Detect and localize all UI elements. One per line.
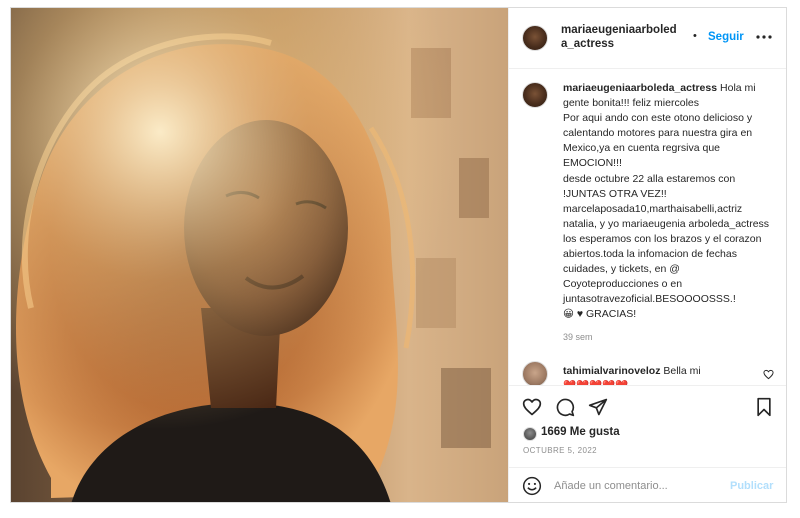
post-time-ago[interactable]: 39 sem xyxy=(563,332,593,342)
comment-like-heart-icon[interactable] xyxy=(763,369,774,380)
commenter-avatar[interactable] xyxy=(522,361,548,385)
follow-button[interactable]: Seguir xyxy=(708,31,744,43)
caption-line: desde octubre 22 alla estaremos con !JUN… xyxy=(563,172,736,200)
likes-avatar xyxy=(523,427,537,441)
caption-line: Por aqui ando con este otono delicioso y… xyxy=(563,112,753,170)
comment-input[interactable] xyxy=(554,475,719,497)
heart-icon[interactable] xyxy=(522,397,542,417)
post-sidebar: mariaeugeniaarboleda_actress • Seguir ma… xyxy=(508,8,786,502)
header-username[interactable]: mariaeugeniaarboleda_actress xyxy=(561,23,679,51)
post-actions: 1669 Me gusta OCTUBRE 5, 2022 xyxy=(509,385,786,468)
post-date[interactable]: OCTUBRE 5, 2022 xyxy=(523,446,597,455)
publish-button[interactable]: Publicar xyxy=(730,480,773,492)
likes-count[interactable]: 1669 Me gusta xyxy=(541,426,620,438)
caption-avatar[interactable] xyxy=(522,82,548,108)
instagram-post-modal: mariaeugeniaarboleda_actress • Seguir ma… xyxy=(10,7,787,503)
emoji-icon[interactable] xyxy=(522,476,542,496)
comment-icon[interactable] xyxy=(555,397,575,417)
caption-username[interactable]: mariaeugeniaarboleda_actress xyxy=(563,82,717,94)
comment-username[interactable]: tahimialvarinoveloz xyxy=(563,365,660,377)
share-icon[interactable] xyxy=(588,397,608,417)
post-photo-image xyxy=(11,8,508,502)
post-caption: mariaeugeniaarboleda_actress Hola mi gen… xyxy=(563,81,775,323)
comment-text: Bella mi xyxy=(663,365,701,377)
more-options-icon[interactable] xyxy=(755,28,773,46)
avatar[interactable] xyxy=(522,25,548,51)
bookmark-icon[interactable] xyxy=(754,397,774,417)
comments-section: mariaeugeniaarboleda_actress Hola mi gen… xyxy=(509,69,786,385)
add-comment-bar: Publicar xyxy=(509,467,786,502)
caption-line: marcelaposada10,marthaisabelli,actriz na… xyxy=(563,202,770,306)
post-header: mariaeugeniaarboleda_actress • Seguir xyxy=(509,8,786,69)
post-photo[interactable] xyxy=(11,8,508,502)
caption-line: 😀 ♥ GRACIAS! xyxy=(563,308,637,321)
separator-dot: • xyxy=(693,30,697,42)
comment-item: tahimialvarinoveloz Bella mi ❤️❤️❤️❤️❤️ xyxy=(563,364,753,385)
